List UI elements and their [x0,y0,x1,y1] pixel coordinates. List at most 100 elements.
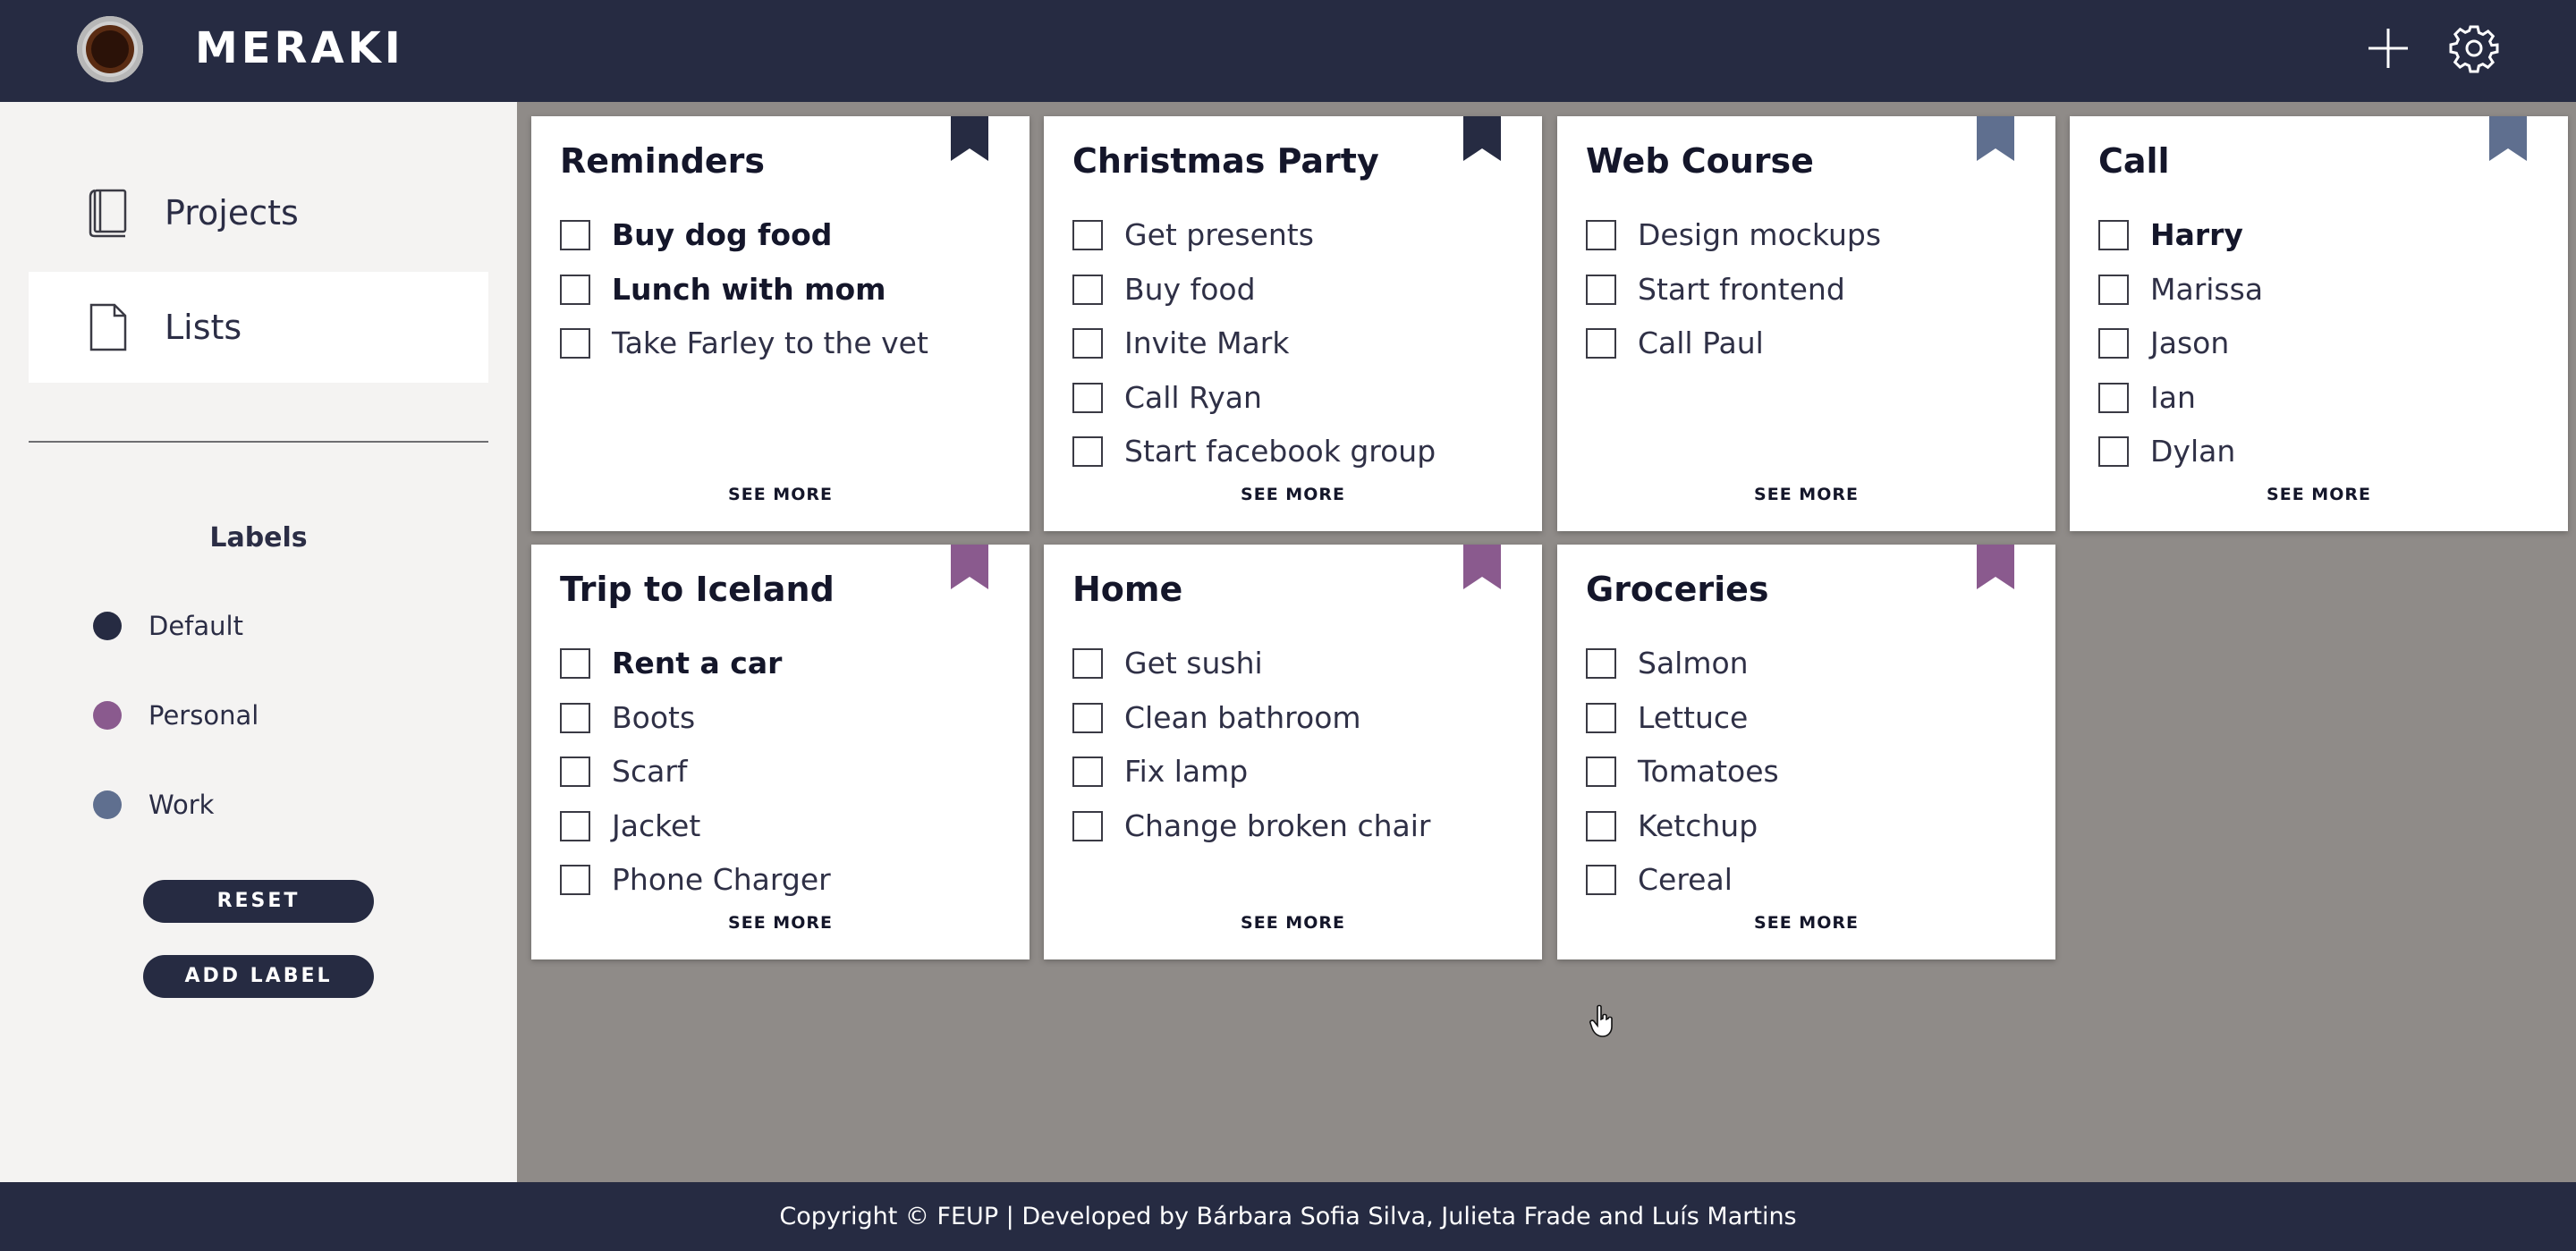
list-title[interactable]: Web Course [1586,141,1814,181]
item-checkbox[interactable] [560,274,590,305]
list-item[interactable]: Jacket [560,808,1012,864]
item-checkbox[interactable] [1586,648,1616,679]
list-card[interactable]: Home Get sushi Clean bathroom Fix lamp Chang… [1044,545,1542,959]
item-checkbox[interactable] [1072,810,1103,841]
list-item[interactable]: Rent a car [560,647,1012,701]
item-checkbox[interactable] [1072,220,1103,250]
list-item[interactable]: Marissa [2098,272,2550,327]
list-item[interactable]: Phone Charger [560,863,1012,917]
reset-button[interactable]: RESET [143,880,374,923]
list-item[interactable]: Clean bathroom [1072,700,1524,756]
item-checkbox[interactable] [560,220,590,250]
item-checkbox[interactable] [2098,220,2129,250]
item-checkbox[interactable] [1586,702,1616,733]
add-label-button[interactable]: ADD LABEL [143,955,374,998]
item-checkbox[interactable] [1072,328,1103,359]
item-checkbox[interactable] [2098,382,2129,413]
item-checkbox[interactable] [560,702,590,733]
list-item[interactable]: Salmon [1586,647,2038,701]
item-checkbox[interactable] [560,648,590,679]
list-title[interactable]: Christmas Party [1072,141,1379,181]
sidebar-item-projects[interactable]: Projects [29,157,488,268]
bookmark-icon[interactable] [2489,116,2527,161]
bookmark-icon[interactable] [1977,545,2014,589]
list-item[interactable]: Lettuce [1586,700,2038,756]
list-item[interactable]: Harry [2098,218,2550,273]
bookmark-icon[interactable] [1463,545,1501,589]
list-item[interactable]: Fix lamp [1072,755,1524,809]
item-checkbox[interactable] [1586,865,1616,895]
list-card[interactable]: Web Course Design mockups Start frontend Ca… [1557,116,2055,531]
list-item[interactable]: Jason [2098,326,2550,381]
list-item[interactable]: Get presents [1072,218,1524,273]
list-item[interactable]: Ketchup [1586,808,2038,864]
list-item[interactable]: Dylan [2098,435,2550,489]
list-item[interactable]: Take Farley to the vet [560,326,1012,381]
item-checkbox[interactable] [1586,220,1616,250]
app-brand[interactable]: MERAKI [195,23,404,73]
item-checkbox[interactable] [1072,436,1103,467]
see-more-link[interactable]: SEE MORE [1044,485,1542,504]
bookmark-icon[interactable] [951,545,988,589]
list-card[interactable]: Groceries Salmon Lettuce Tomatoes Ketchup Cer… [1557,545,2055,959]
item-checkbox[interactable] [1072,757,1103,787]
plus-icon[interactable] [2363,23,2413,73]
item-checkbox[interactable] [1586,810,1616,841]
item-checkbox[interactable] [1072,274,1103,305]
list-item[interactable]: Get sushi [1072,647,1524,701]
list-item[interactable]: Invite Mark [1072,326,1524,381]
list-card[interactable]: Call Harry Marissa Jason Ian Dylan SEE MORE [2070,116,2568,531]
item-checkbox[interactable] [1072,648,1103,679]
item-checkbox[interactable] [560,328,590,359]
list-title[interactable]: Reminders [560,141,765,181]
see-more-link[interactable]: SEE MORE [531,913,1030,933]
list-item[interactable]: Cereal [1586,863,2038,917]
list-item[interactable]: Tomatoes [1586,755,2038,809]
list-card[interactable]: Trip to Iceland Rent a car Boots Scarf Jacke… [531,545,1030,959]
list-item[interactable]: Call Paul [1586,326,2038,381]
list-title[interactable]: Trip to Iceland [560,570,835,609]
sidebar-item-lists[interactable]: Lists [29,272,488,383]
see-more-link[interactable]: SEE MORE [1044,913,1542,933]
list-item[interactable]: Design mockups [1586,218,2038,273]
coffee-cup-logo-icon[interactable] [77,16,143,82]
see-more-link[interactable]: SEE MORE [1557,913,2055,933]
see-more-link[interactable]: SEE MORE [1557,485,2055,504]
list-item[interactable]: Call Ryan [1072,380,1524,435]
item-checkbox[interactable] [2098,274,2129,305]
item-checkbox[interactable] [2098,436,2129,467]
gear-icon[interactable] [2449,23,2499,73]
item-checkbox[interactable] [1072,702,1103,733]
see-more-link[interactable]: SEE MORE [2070,485,2568,504]
item-checkbox[interactable] [1586,274,1616,305]
item-checkbox[interactable] [1586,328,1616,359]
item-checkbox[interactable] [560,757,590,787]
item-checkbox[interactable] [560,865,590,895]
list-item[interactable]: Ian [2098,380,2550,435]
item-checkbox[interactable] [1586,757,1616,787]
list-card[interactable]: Reminders Buy dog food Lunch with mom Take … [531,116,1030,531]
list-item[interactable]: Buy food [1072,272,1524,327]
list-item[interactable]: Scarf [560,755,1012,809]
bookmark-icon[interactable] [951,116,988,161]
list-item[interactable]: Boots [560,700,1012,756]
item-checkbox[interactable] [1072,382,1103,413]
list-item[interactable]: Lunch with mom [560,272,1012,327]
list-title[interactable]: Call [2098,141,2170,181]
see-more-link[interactable]: SEE MORE [531,485,1030,504]
item-checkbox[interactable] [2098,328,2129,359]
list-title[interactable]: Home [1072,570,1182,609]
list-item[interactable]: Start facebook group [1072,435,1524,489]
list-item[interactable]: Start frontend [1586,272,2038,327]
item-checkbox[interactable] [560,810,590,841]
list-item[interactable]: Change broken chair [1072,807,1524,864]
label-item-default[interactable]: Default [93,608,243,644]
label-item-personal[interactable]: Personal [93,697,258,733]
bookmark-icon[interactable] [1463,116,1501,161]
label-item-work[interactable]: Work [93,787,214,823]
item-text: Change broken chair [1124,807,1431,843]
bookmark-icon[interactable] [1977,116,2014,161]
list-title[interactable]: Groceries [1586,570,1769,609]
list-card[interactable]: Christmas Party Get presents Buy food Invit… [1044,116,1542,531]
list-item[interactable]: Buy dog food [560,218,1012,273]
